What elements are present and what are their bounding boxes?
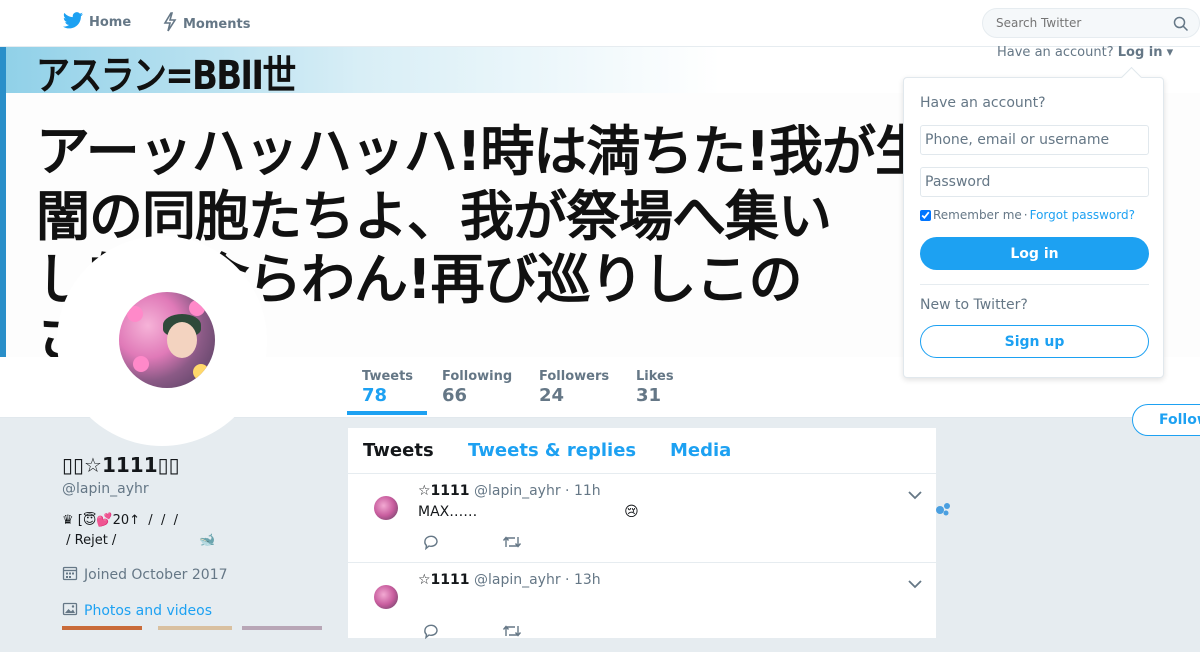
password-field[interactable] xyxy=(920,167,1149,197)
chevron-down-icon[interactable] xyxy=(908,485,922,504)
photos-link-label: Photos and videos xyxy=(84,603,213,619)
chevron-down-icon[interactable] xyxy=(908,574,922,593)
login-link[interactable]: Log in xyxy=(1118,45,1163,60)
tweet-text: MAX…… 😢 xyxy=(418,504,639,520)
tweet-header: ☆1111 @lapin_ayhr · 11h xyxy=(418,483,601,499)
tweet-avatar[interactable] xyxy=(374,496,398,520)
login-title: Have an account? xyxy=(920,95,1046,111)
timeline-tabs: Tweets Tweets & replies Media xyxy=(348,428,936,474)
avatar-face xyxy=(167,322,197,358)
avatar-decoration xyxy=(133,356,149,372)
divider xyxy=(920,284,1149,285)
remember-label[interactable]: Remember me xyxy=(933,208,1022,222)
avatar-decoration xyxy=(189,300,205,316)
tab-tweets[interactable]: Tweets xyxy=(363,440,434,461)
tweet-time[interactable]: · 13h xyxy=(565,572,601,588)
account-login-link[interactable]: Have an account? Log in ▾ xyxy=(997,45,1173,60)
new-to-twitter-label: New to Twitter? xyxy=(920,297,1028,313)
avatar[interactable] xyxy=(119,292,215,388)
stat-following[interactable]: Following 66 xyxy=(442,369,512,406)
profile-name[interactable]: ▯▯☆1111▯▯ xyxy=(62,453,180,477)
retweet-icon[interactable] xyxy=(502,623,522,643)
stat-likes[interactable]: Likes 31 xyxy=(636,369,674,406)
photos-videos-link[interactable]: Photos and videos xyxy=(62,601,212,621)
tweet-actions xyxy=(422,534,522,554)
splash-icon xyxy=(934,500,952,522)
banner-left-stripe xyxy=(0,47,6,357)
avatar-decoration xyxy=(127,306,143,322)
tweet-actions xyxy=(422,623,522,643)
remember-row: Remember me · Forgot password? xyxy=(920,208,1135,222)
stat-label: Tweets xyxy=(362,369,414,384)
stat-value: 78 xyxy=(362,385,388,406)
caret-down-icon: ▾ xyxy=(1166,45,1174,60)
nav-moments[interactable]: Moments xyxy=(163,12,250,36)
separator-dot: · xyxy=(1023,208,1028,222)
tweet-header: ☆1111 @lapin_ayhr · 13h xyxy=(418,572,601,588)
login-button[interactable]: Log in xyxy=(920,237,1149,270)
tweet-time[interactable]: · 11h xyxy=(565,483,601,499)
top-nav-bar: Home Moments xyxy=(0,0,1200,47)
account-prompt: Have an account? xyxy=(997,45,1114,60)
profile-joined: Joined October 2017 xyxy=(62,565,228,585)
stat-label: Following xyxy=(442,369,513,384)
reply-icon[interactable] xyxy=(422,623,440,643)
tweet-author-handle[interactable]: @lapin_ayhr xyxy=(474,572,561,588)
search-input[interactable] xyxy=(994,15,1168,31)
follow-button[interactable]: Follow xyxy=(1132,404,1200,436)
nav-home[interactable]: Home xyxy=(63,12,131,33)
stat-value: 31 xyxy=(636,385,662,406)
stat-label: Likes xyxy=(636,369,674,384)
media-thumbnails[interactable] xyxy=(62,626,322,630)
profile-handle[interactable]: @lapin_ayhr xyxy=(62,481,149,497)
twitter-bird-icon xyxy=(63,12,83,33)
tweet-author-name[interactable]: ☆1111 xyxy=(418,572,470,588)
banner-text-line: アスラン=BBII世 xyxy=(36,53,296,99)
nav-moments-label: Moments xyxy=(183,16,251,32)
stat-followers[interactable]: Followers 24 xyxy=(539,369,609,406)
retweet-icon[interactable] xyxy=(502,534,522,554)
avatar-decoration xyxy=(193,364,209,380)
avatar-frame xyxy=(57,236,267,446)
tweet-author-name[interactable]: ☆1111 xyxy=(418,483,470,499)
timeline: Tweets Tweets & replies Media ☆1111 @lap… xyxy=(348,428,936,652)
reply-icon[interactable] xyxy=(422,534,440,554)
forgot-password-link[interactable]: Forgot password? xyxy=(1030,208,1135,222)
tab-media[interactable]: Media xyxy=(670,440,731,461)
lightning-icon xyxy=(163,12,177,36)
nav-home-label: Home xyxy=(89,15,132,30)
search-box xyxy=(982,8,1200,38)
stat-label: Followers xyxy=(539,369,610,384)
profile-bio-line: / Rejet / 🐋 xyxy=(62,533,216,548)
image-icon xyxy=(62,601,78,621)
stat-value: 66 xyxy=(442,385,468,406)
login-dropdown: Have an account? Remember me · Forgot pa… xyxy=(903,77,1164,378)
signup-button[interactable]: Sign up xyxy=(920,325,1149,358)
remember-checkbox[interactable] xyxy=(920,209,931,221)
tweet[interactable]: ☆1111 @lapin_ayhr · 13h xyxy=(348,563,936,652)
active-tab-underline xyxy=(347,411,427,415)
calendar-icon xyxy=(62,565,78,585)
stat-tweets[interactable]: Tweets 78 xyxy=(362,369,413,406)
tweet-avatar[interactable] xyxy=(374,585,398,609)
search-icon[interactable] xyxy=(1173,16,1189,36)
joined-label: Joined October 2017 xyxy=(84,567,228,583)
tweet[interactable]: ☆1111 @lapin_ayhr · 11h MAX…… 😢 xyxy=(348,474,936,563)
tweet-author-handle[interactable]: @lapin_ayhr xyxy=(474,483,561,499)
profile-bio-line: ♛ [😇💕20↑ / / / xyxy=(62,513,178,528)
stat-value: 24 xyxy=(539,385,565,406)
username-field[interactable] xyxy=(920,125,1149,155)
tab-tweets-replies[interactable]: Tweets & replies xyxy=(468,440,636,461)
